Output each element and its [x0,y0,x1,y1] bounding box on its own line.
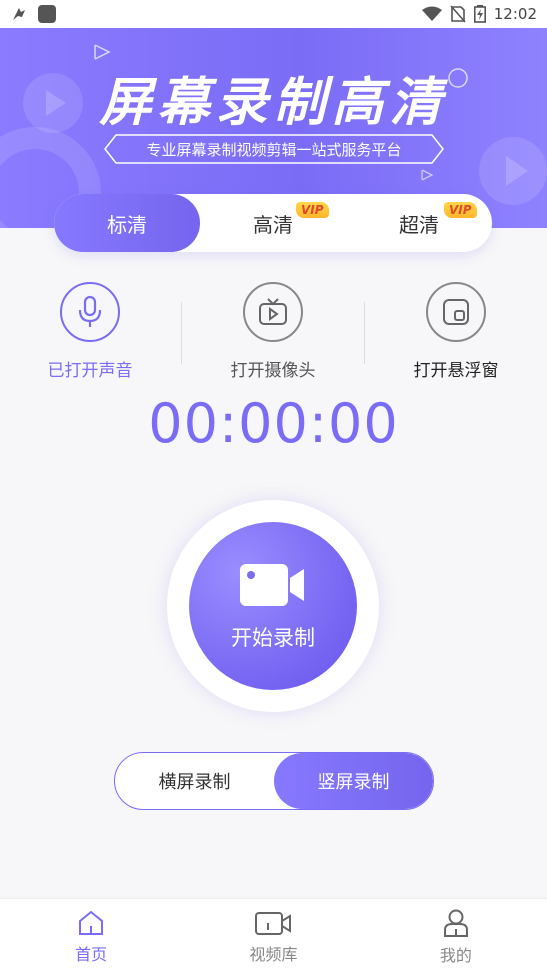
quality-high-label: 高清 [253,212,293,237]
user-icon [443,909,468,937]
quality-standard-label: 标清 [107,212,147,237]
audio-toggle[interactable]: 已打开声音 [20,282,160,381]
quality-ultra-option[interactable]: 超清 VIP [346,194,492,252]
bottom-tab-bar: 首页 视频库 我的 [0,898,547,974]
start-record-button[interactable]: 开始录制 [189,522,357,690]
quality-ultra-label: 超清 [399,212,439,237]
app-notification-icon [38,5,56,23]
floating-window-button[interactable] [426,282,486,342]
hero-title: 屏幕录制高清 [99,73,448,133]
floating-window-toggle[interactable]: 打开悬浮窗 [386,282,526,381]
record-timer: 00:00:00 [148,392,399,455]
orientation-toggle: 横屏录制 竖屏录制 [114,752,434,810]
tab-video-library[interactable]: 视频库 [182,899,364,974]
home-icon [79,910,104,935]
quality-selector: 标清 高清 VIP 超清 VIP [54,194,492,252]
notification-icon [13,8,25,20]
start-record-label: 开始录制 [231,626,315,650]
microphone-icon [78,295,102,327]
camera-toggle[interactable]: 打开摄像头 [203,282,343,381]
capture-controls: 已打开声音 打开摄像头 打开悬浮窗 [0,282,547,392]
vip-badge: VIP [296,202,329,218]
divider [364,302,365,364]
floating-window-label: 打开悬浮窗 [413,361,499,381]
battery-icon [473,5,486,23]
tv-play-icon [259,298,287,325]
camera-button[interactable] [243,282,303,342]
portrait-record-option[interactable]: 竖屏录制 [274,753,433,809]
video-library-icon [255,911,292,935]
quality-standard-option[interactable]: 标清 [54,194,200,252]
tab-video-library-label: 视频库 [249,944,298,964]
tab-home[interactable]: 首页 [0,899,182,974]
hero-subtitle-box: 专业屏幕录制视频剪辑一站式服务平台 [104,134,444,164]
video-camera-icon [240,564,304,606]
status-bar: 12:02 [0,0,547,28]
status-right: 12:02 [421,5,537,23]
divider [181,302,182,364]
wifi-icon [421,6,442,21]
tab-home-label: 首页 [75,944,108,964]
hero-subtitle: 专业屏幕录制视频剪辑一站式服务平台 [146,140,402,159]
microphone-button[interactable] [60,282,120,342]
audio-label: 已打开声音 [47,361,133,381]
decor-triangle-icon [94,43,111,61]
floating-window-icon [443,299,469,325]
no-sim-icon [450,5,466,23]
tab-profile[interactable]: 我的 [365,899,547,974]
status-left [10,5,56,23]
camera-label: 打开摄像头 [230,361,316,381]
status-time: 12:02 [493,5,537,23]
decor-triangle-small-icon [421,168,434,182]
quality-high-option[interactable]: 高清 VIP [200,194,346,252]
tab-profile-label: 我的 [439,945,472,965]
vip-badge: VIP [444,202,477,218]
landscape-record-option[interactable]: 横屏录制 [115,753,274,809]
